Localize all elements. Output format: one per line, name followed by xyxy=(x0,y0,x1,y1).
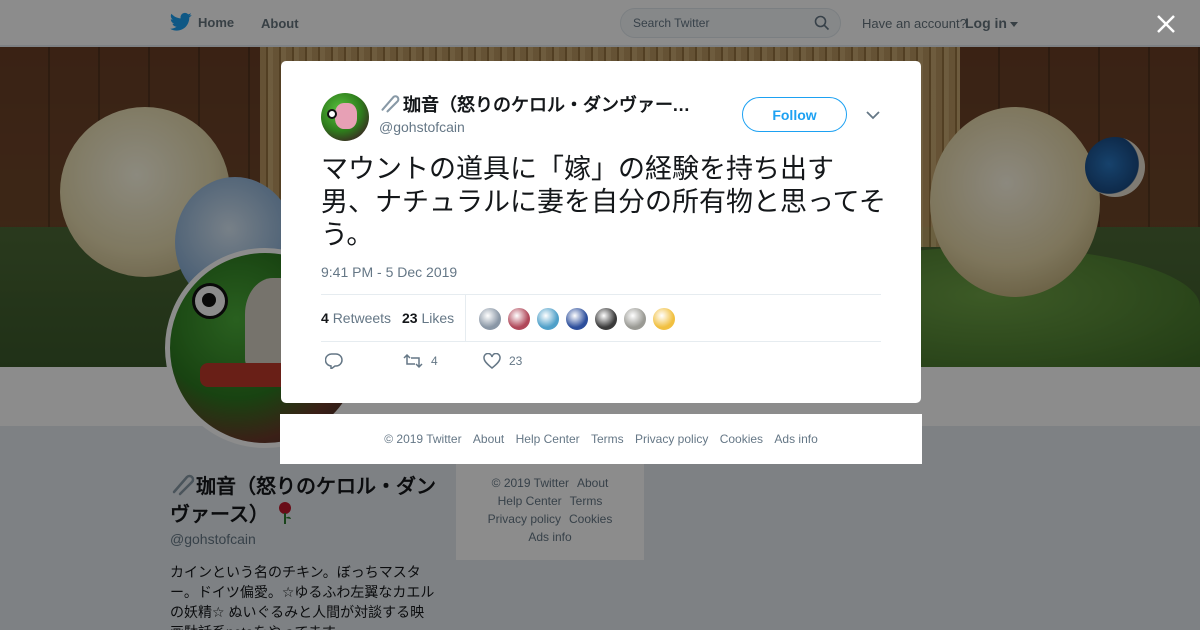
tweet-stats: 4 Retweets 23 Likes xyxy=(321,294,881,342)
follow-button[interactable]: Follow xyxy=(742,97,847,132)
liker-avatar[interactable] xyxy=(536,307,560,331)
like-button[interactable]: 23 xyxy=(483,353,522,369)
retweets-label: Retweets xyxy=(332,310,392,326)
liker-avatar[interactable] xyxy=(652,307,676,331)
tweet-text: マウントの道具に「嫁」の経験を持ち出す男、ナチュラルに妻を自分の所有物と思ってそ… xyxy=(321,154,886,251)
tweet-modal: 珈音（怒りのケロル・ダンヴァース） @gohstofcain Follow マウ… xyxy=(281,61,921,403)
liker-avatars xyxy=(478,307,676,331)
footer-ads-link[interactable]: Ads info xyxy=(774,432,817,446)
liker-avatar[interactable] xyxy=(478,307,502,331)
heart-icon xyxy=(483,353,501,369)
close-icon[interactable] xyxy=(1154,12,1178,36)
liker-avatar[interactable] xyxy=(594,307,618,331)
footer-about-link[interactable]: About xyxy=(473,432,504,446)
retweet-count: 4 xyxy=(431,354,438,368)
footer-terms-link[interactable]: Terms xyxy=(591,432,624,446)
likes-stat[interactable]: 23 Likes xyxy=(402,310,454,326)
tweet-author-avatar[interactable] xyxy=(321,93,369,141)
footer-privacy-link[interactable]: Privacy policy xyxy=(635,432,708,446)
liker-avatar[interactable] xyxy=(623,307,647,331)
liker-avatar[interactable] xyxy=(565,307,589,331)
footer-copyright: © 2019 Twitter xyxy=(384,432,462,446)
chevron-down-icon[interactable] xyxy=(863,105,883,125)
like-count: 23 xyxy=(509,354,523,368)
modal-footer: © 2019 Twitter About Help Center Terms P… xyxy=(280,414,922,464)
likes-count: 23 xyxy=(402,310,418,326)
tweet-actions: 4 23 xyxy=(321,353,881,373)
retweet-button[interactable]: 4 xyxy=(403,353,438,369)
footer-help-link[interactable]: Help Center xyxy=(516,432,580,446)
tweet-author-name[interactable]: 珈音（怒りのケロル・ダンヴァース） xyxy=(379,93,699,116)
retweets-count: 4 xyxy=(321,310,329,326)
tweet-author-handle[interactable]: @gohstofcain xyxy=(379,119,465,135)
retweet-icon xyxy=(403,353,423,369)
reply-icon xyxy=(325,353,343,369)
retweets-stat[interactable]: 4 Retweets xyxy=(321,310,391,326)
likes-label: Likes xyxy=(421,310,455,326)
tweet-author-name-text: 珈音（怒りのケロル・ダンヴァース） xyxy=(403,95,699,115)
stats-divider xyxy=(465,295,466,342)
footer-cookies-link[interactable]: Cookies xyxy=(720,432,763,446)
paperclip-icon xyxy=(381,95,400,113)
reply-button[interactable] xyxy=(325,353,343,369)
tweet-timestamp[interactable]: 9:41 PM - 5 Dec 2019 xyxy=(321,264,457,280)
avatar-eye xyxy=(327,109,337,119)
avatar-hat xyxy=(335,103,357,129)
liker-avatar[interactable] xyxy=(507,307,531,331)
